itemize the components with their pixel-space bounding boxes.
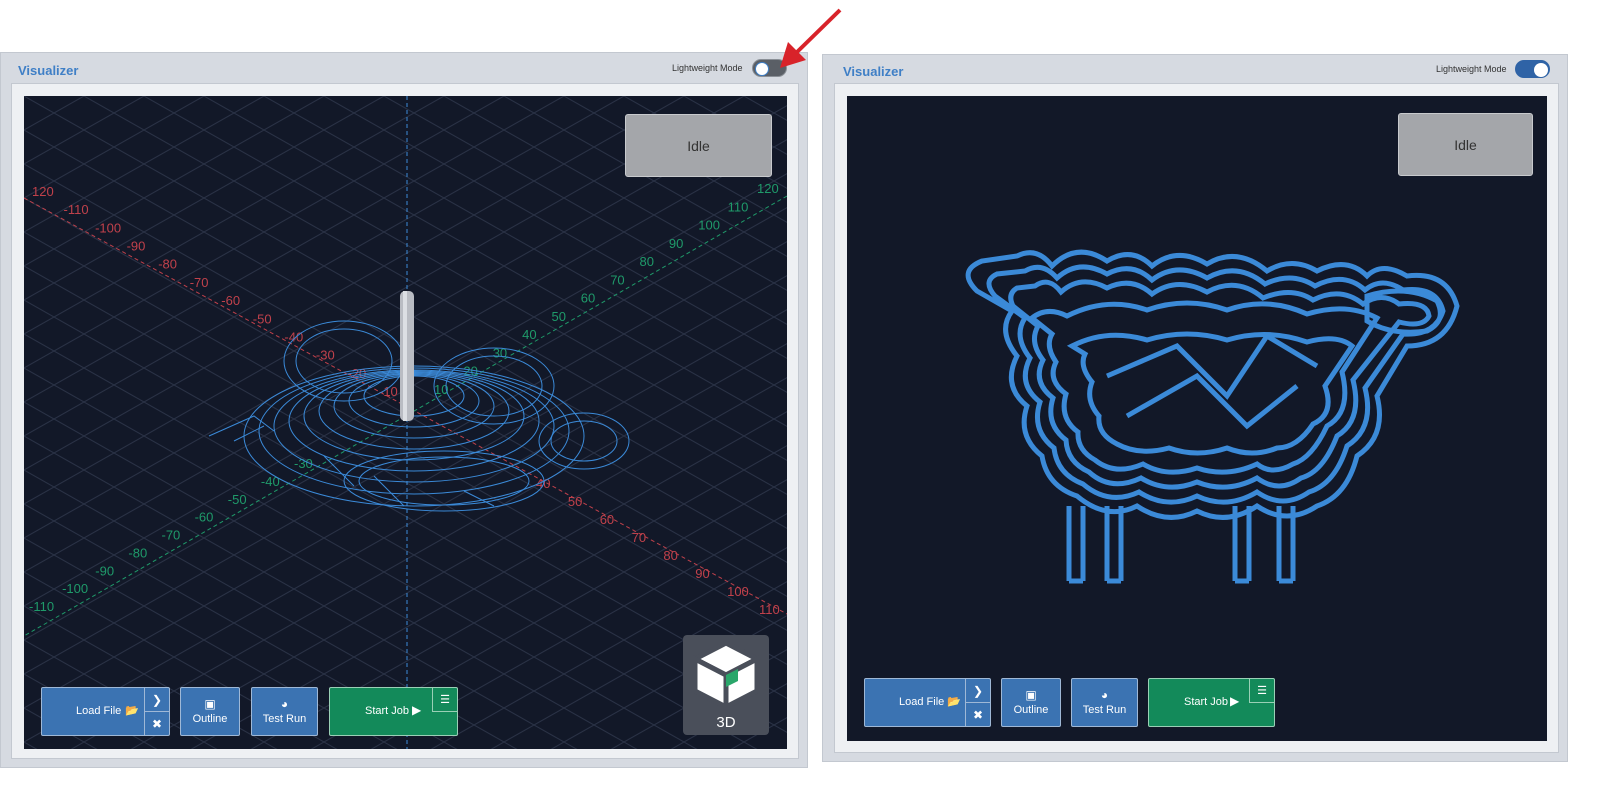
x-axis-tick-label: 120 bbox=[32, 184, 54, 199]
load-file-label: Load File bbox=[76, 705, 122, 717]
y-axis-tick-label: -90 bbox=[95, 563, 114, 578]
y-axis-tick-label: 70 bbox=[610, 272, 624, 287]
y-axis-tick-label: 60 bbox=[581, 291, 595, 306]
panel-title: Visualizer bbox=[843, 64, 904, 79]
tool-bit-highlight bbox=[403, 291, 407, 421]
start-job-label: Start Job bbox=[365, 705, 410, 717]
view-cube-label: 3D bbox=[716, 714, 736, 731]
folder-icon: 📂 bbox=[125, 705, 139, 717]
cube-icon bbox=[689, 640, 763, 712]
x-axis-tick-label: -10 bbox=[379, 384, 398, 399]
x-axis-tick-label: -50 bbox=[253, 311, 272, 326]
y-axis-tick-label: -50 bbox=[228, 492, 247, 507]
x-axis-tick-label: 90 bbox=[695, 566, 709, 581]
gauge-icon: ◕ bbox=[280, 697, 289, 711]
scene-2d bbox=[965, 249, 1460, 584]
visualizer-frame: Idle Load File 📂 ❯ ✖ ▣ Outline ◕ Test Ru… bbox=[834, 83, 1559, 753]
x-axis-tick-label: 110 bbox=[759, 602, 780, 617]
panel-title: Visualizer bbox=[18, 63, 79, 78]
status-indicator: Idle bbox=[625, 114, 772, 177]
x-axis-tick-label: 80 bbox=[663, 548, 677, 563]
x-axis-tick-label: -70 bbox=[190, 275, 209, 290]
test-run-label: Test Run bbox=[1082, 704, 1127, 716]
unload-file-button[interactable]: ✖ bbox=[144, 712, 169, 736]
view-cube[interactable]: 3D bbox=[683, 635, 769, 735]
y-axis-tick-label: 100 bbox=[698, 218, 720, 233]
y-axis-tick-label: -70 bbox=[162, 528, 181, 543]
job-list-button[interactable]: ☰ bbox=[1249, 679, 1274, 703]
x-axis-tick-label: -40 bbox=[284, 330, 303, 345]
y-axis-tick-label: 80 bbox=[640, 254, 654, 269]
x-axis-tick-label: -90 bbox=[127, 239, 146, 254]
chevron-right-icon: ❯ bbox=[151, 692, 163, 707]
toggle-knob bbox=[1534, 63, 1548, 77]
scene-3d: 120-110-100-90-80-70-60-50-40-30-20-1040… bbox=[24, 96, 787, 749]
y-axis-tick-label: 90 bbox=[669, 236, 683, 251]
y-axis-tick-label: -40 bbox=[261, 474, 280, 489]
status-indicator: Idle bbox=[1398, 113, 1533, 176]
play-icon: ▶ bbox=[412, 703, 422, 717]
y-axis-tick-label: -110 bbox=[29, 599, 54, 614]
load-next-button[interactable]: ❯ bbox=[144, 688, 169, 712]
chevron-right-icon: ❯ bbox=[972, 683, 984, 698]
outline-label: Outline bbox=[1013, 704, 1049, 716]
lightweight-mode-label: Lightweight Mode bbox=[1436, 64, 1507, 74]
outline-icon: ▣ bbox=[1025, 688, 1037, 702]
play-icon: ▶ bbox=[1230, 694, 1240, 708]
y-axis-tick-label: -60 bbox=[195, 510, 214, 525]
visualizer-canvas-3d[interactable]: 120 -110 -100 -90 -80 -70 -60 -50 -40 -30 -20 -10 40… bbox=[24, 96, 787, 749]
visualizer-panel-right: Visualizer Lightweight Mode Idle Load Fi… bbox=[822, 54, 1568, 762]
close-icon: ✖ bbox=[151, 717, 163, 731]
test-run-label: Test Run bbox=[262, 713, 307, 725]
unload-file-button[interactable]: ✖ bbox=[965, 703, 990, 727]
list-icon: ☰ bbox=[1257, 685, 1267, 697]
test-run-button[interactable]: ◕ Test Run bbox=[1071, 678, 1138, 727]
y-axis-tick-label: 40 bbox=[522, 327, 536, 342]
x-axis-tick-label: 60 bbox=[600, 512, 614, 527]
visualizer-canvas-2d[interactable]: Idle Load File 📂 ❯ ✖ ▣ Outline ◕ Test Ru… bbox=[847, 96, 1547, 741]
load-file-button[interactable]: Load File 📂 ❯ ✖ bbox=[864, 678, 991, 727]
y-axis-tick-label: 50 bbox=[552, 309, 566, 324]
lightweight-mode-toggle[interactable] bbox=[1515, 60, 1550, 78]
x-axis-tick-label: -30 bbox=[316, 348, 335, 363]
x-axis-tick-label: 70 bbox=[632, 530, 646, 545]
x-axis-tick-label: 100 bbox=[727, 584, 749, 599]
start-job-button[interactable]: Start Job ▶ ☰ bbox=[329, 687, 458, 736]
y-axis-tick-label: -100 bbox=[62, 581, 88, 596]
test-run-button[interactable]: ◕ Test Run bbox=[251, 687, 318, 736]
x-axis-tick-label: -80 bbox=[158, 257, 177, 272]
start-job-label: Start Job bbox=[1184, 696, 1229, 708]
toggle-knob bbox=[755, 62, 769, 76]
x-axis-tick-label: -60 bbox=[221, 293, 240, 308]
x-axis-tick-label: -100 bbox=[95, 220, 121, 235]
x-axis-tick-label: -110 bbox=[64, 202, 89, 217]
job-list-button[interactable]: ☰ bbox=[432, 688, 457, 712]
grid bbox=[24, 96, 787, 749]
lightweight-mode-label: Lightweight Mode bbox=[672, 63, 743, 73]
outline-icon: ▣ bbox=[204, 697, 216, 711]
y-axis-tick-label: 120 bbox=[757, 181, 779, 196]
y-axis-tick-label: -80 bbox=[128, 545, 147, 560]
visualizer-frame: 120 -110 -100 -90 -80 -70 -60 -50 -40 -30 -20 -10 40… bbox=[11, 83, 799, 759]
outline-label: Outline bbox=[192, 713, 228, 725]
folder-icon: 📂 bbox=[947, 696, 961, 708]
load-next-button[interactable]: ❯ bbox=[965, 679, 990, 703]
y-axis-tick-label: 110 bbox=[728, 199, 749, 214]
load-file-button[interactable]: Load File 📂 ❯ ✖ bbox=[41, 687, 170, 736]
x-axis-tick-label: 50 bbox=[568, 494, 582, 509]
close-icon: ✖ bbox=[972, 708, 984, 722]
sheep-toolpath bbox=[965, 249, 1460, 584]
start-job-button[interactable]: Start Job ▶ ☰ bbox=[1148, 678, 1275, 727]
visualizer-panel-left: Visualizer Lightweight Mode 120 -110 -100-… bbox=[0, 52, 808, 768]
load-file-label: Load File bbox=[899, 696, 945, 708]
gauge-icon: ◕ bbox=[1100, 688, 1109, 702]
outline-button[interactable]: ▣ Outline bbox=[180, 687, 240, 736]
list-icon: ☰ bbox=[440, 694, 450, 706]
outline-button[interactable]: ▣ Outline bbox=[1001, 678, 1061, 727]
